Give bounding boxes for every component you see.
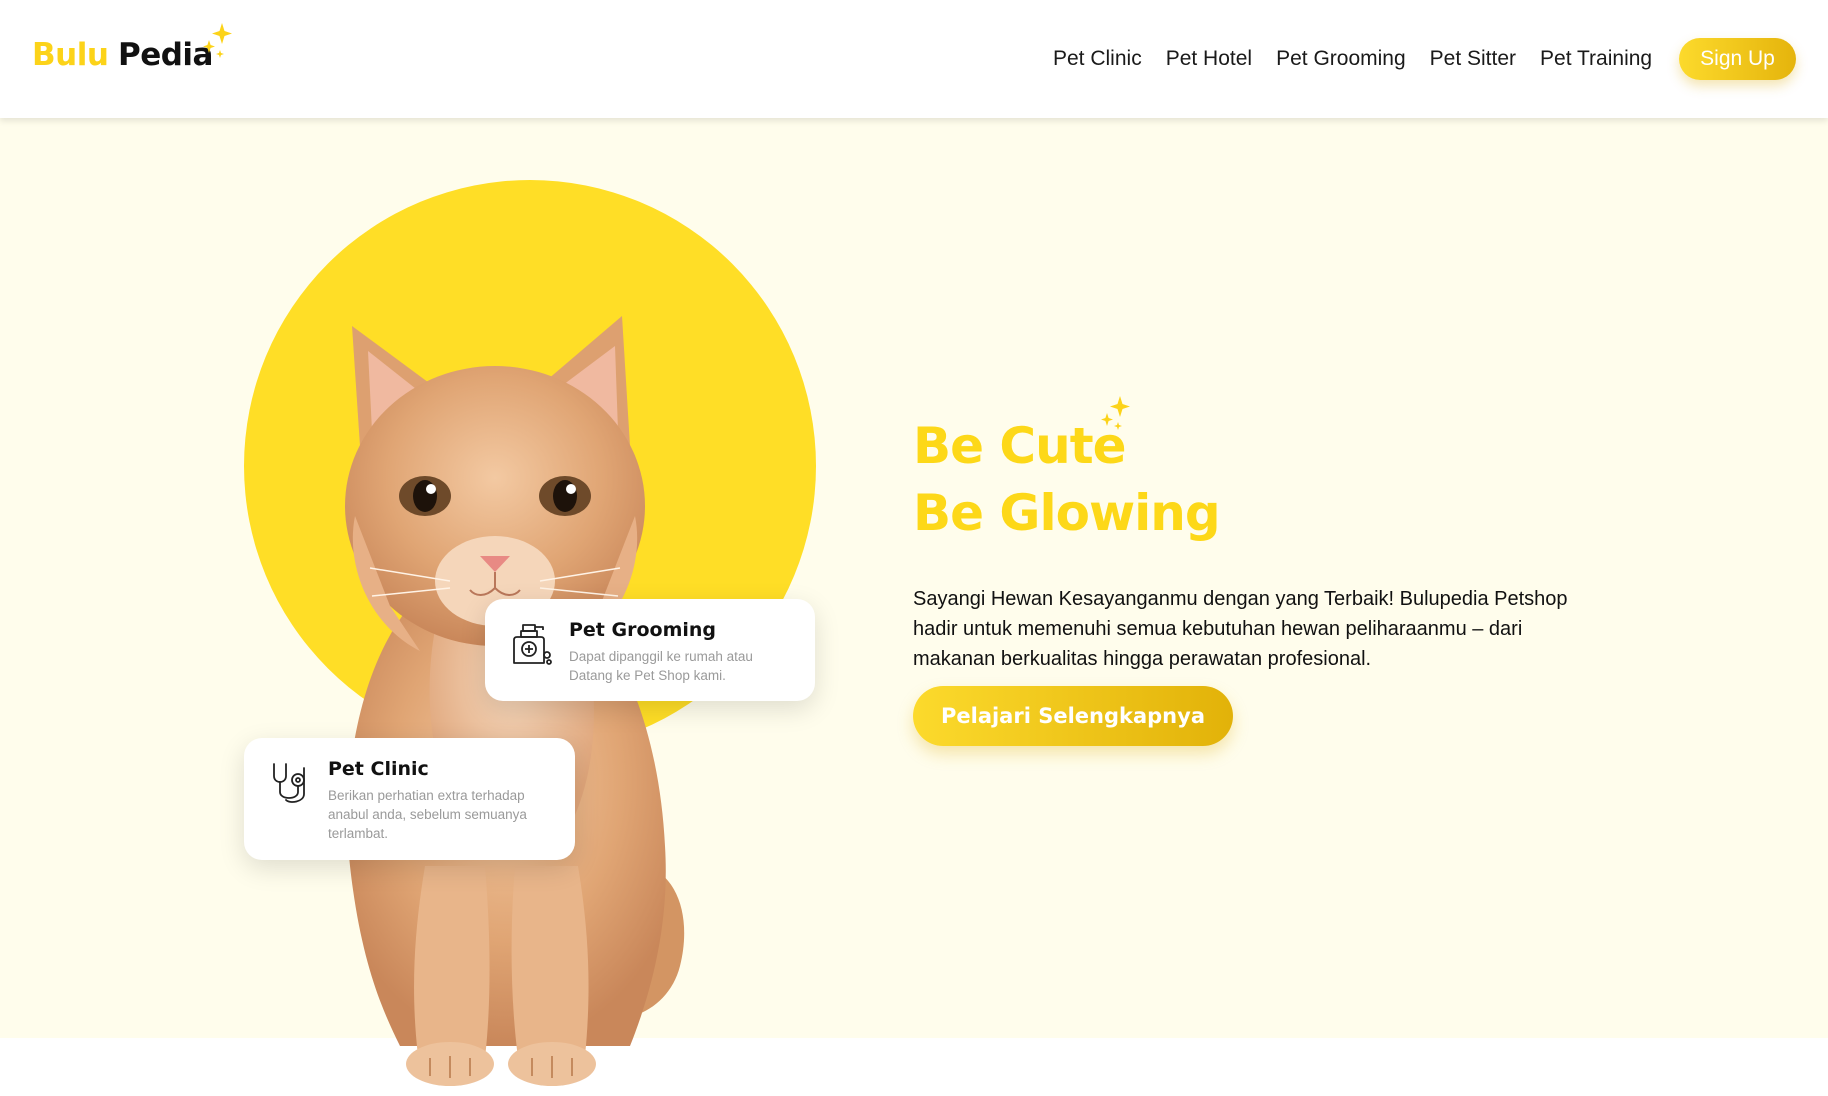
sign-up-button[interactable]: Sign Up: [1679, 38, 1796, 80]
pet-grooming-card-title: Pet Grooming: [569, 619, 717, 641]
nav-link-pet-clinic[interactable]: Pet Clinic: [1053, 47, 1142, 77]
kitten-image: [345, 316, 685, 1086]
nav-link-pet-sitter[interactable]: Pet Sitter: [1430, 47, 1516, 77]
nav-links: Pet Clinic Pet Hotel Pet Grooming Pet Si…: [1053, 47, 1652, 77]
brand-name-part1: Bulu: [32, 37, 109, 73]
shampoo-bottle-icon: [513, 624, 552, 665]
hero-headline-line1: Be Cute: [913, 417, 1127, 475]
nav-link-pet-hotel[interactable]: Pet Hotel: [1166, 47, 1252, 77]
sparkle-icon: [203, 23, 232, 58]
pet-clinic-card-title: Pet Clinic: [328, 758, 429, 780]
pet-clinic-card-description: Berikan perhatian extra terhadap anabul …: [328, 788, 527, 841]
pet-grooming-card-description: Dapat dipanggil ke rumah atau Datang ke …: [569, 649, 753, 683]
learn-more-button[interactable]: Pelajari Selengkapnya: [913, 686, 1233, 746]
nav-link-pet-grooming[interactable]: Pet Grooming: [1276, 47, 1406, 77]
pet-clinic-card[interactable]: Pet Clinic Berikan perhatian extra terha…: [244, 738, 575, 860]
top-navbar: Bulu Pedia Pet Clinic Pet Hotel Pet Groo…: [0, 0, 1828, 118]
stethoscope-icon: [273, 763, 305, 803]
nav-link-pet-training[interactable]: Pet Training: [1540, 47, 1652, 77]
hero-description: Sayangi Hewan Kesayanganmu dengan yang T…: [913, 588, 1568, 670]
brand-name-part2: Pedia: [118, 37, 213, 73]
hero-headline-line2: Be Glowing: [913, 484, 1221, 542]
hero-section: Pet Grooming Dapat dipanggil ke rumah at…: [0, 118, 1828, 1086]
sparkle-icon: [1101, 396, 1130, 430]
pet-grooming-card[interactable]: Pet Grooming Dapat dipanggil ke rumah at…: [485, 599, 815, 701]
